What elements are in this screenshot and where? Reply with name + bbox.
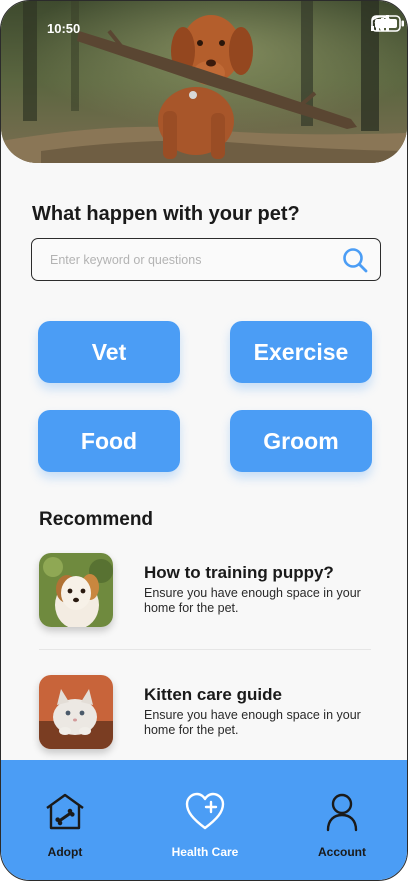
recommend-section-title: Recommend <box>39 509 154 530</box>
heart-plus-icon <box>185 792 225 830</box>
search-icon[interactable] <box>342 247 368 273</box>
nav-account[interactable]: Account <box>282 760 402 880</box>
bottom-nav: Adopt Health Care Account <box>1 760 407 880</box>
puppy-photo <box>39 553 113 627</box>
nav-health-care[interactable]: Health Care <box>145 760 265 880</box>
nav-health-care-label: Health Care <box>171 845 239 859</box>
recommend-item-puppy[interactable]: How to training puppy? Ensure you have e… <box>39 553 379 631</box>
phone-frame: 10:50 What happen with your pet? Enter k… <box>0 0 408 881</box>
nav-adopt[interactable]: Adopt <box>5 760 125 880</box>
recommend-item-description: Ensure you have enough space in your hom… <box>144 708 361 737</box>
nav-account-label: Account <box>318 845 366 859</box>
recommend-item-title: Kitten care guide <box>144 685 282 704</box>
status-bar: 10:50 <box>1 1 407 53</box>
category-food-button[interactable]: Food <box>38 410 180 472</box>
hero-image: 10:50 <box>1 1 407 163</box>
search-box <box>31 238 381 281</box>
recommend-item-kitten[interactable]: Kitten care guide Ensure you have enough… <box>39 675 379 753</box>
category-exercise-button[interactable]: Exercise <box>230 321 372 383</box>
page-question-title: What happen with your pet? <box>32 203 300 225</box>
recommend-item-description: Ensure you have enough space in your hom… <box>144 586 361 615</box>
search-input[interactable] <box>48 239 332 281</box>
category-groom-button[interactable]: Groom <box>230 410 372 472</box>
divider <box>39 649 371 650</box>
nav-adopt-label: Adopt <box>47 845 83 859</box>
battery-icon <box>371 15 404 32</box>
house-bone-icon <box>46 793 84 830</box>
status-time: 10:50 <box>47 21 81 36</box>
category-vet-button[interactable]: Vet <box>38 321 180 383</box>
recommend-item-title: How to training puppy? <box>144 563 334 582</box>
kitten-photo <box>39 675 113 749</box>
user-icon <box>326 793 358 832</box>
